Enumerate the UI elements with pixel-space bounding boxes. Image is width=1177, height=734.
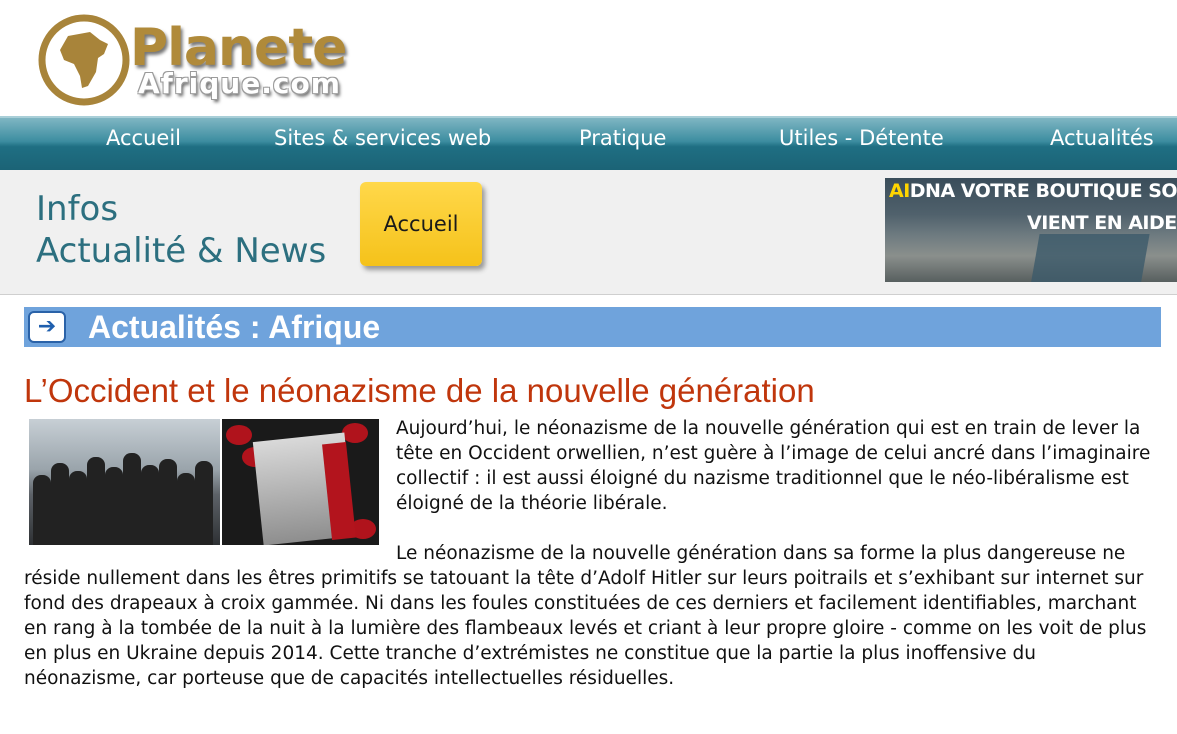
article-title[interactable]: L’Occident et le néonazisme de la nouvel… — [24, 372, 815, 410]
infos-heading: Infos Actualité & News — [36, 188, 326, 272]
nav-item-pratique[interactable]: Pratique — [579, 126, 666, 150]
ad-image-rock — [1030, 234, 1150, 282]
nav-item-actualites[interactable]: Actualités — [1050, 126, 1154, 150]
section-title: Actualités : Afrique — [88, 309, 381, 345]
logo-subtitle: Afrique.com — [138, 67, 341, 100]
article-image-crowd — [29, 419, 220, 545]
ad-banner[interactable]: AIDNA VOTRE BOUTIQUE SO VIENT EN AIDE — [885, 178, 1177, 282]
nav-item-sites-services[interactable]: Sites & services web — [274, 126, 491, 150]
site-header: Planete Afrique.com — [0, 0, 1177, 116]
africa-globe-icon — [38, 14, 130, 106]
nav-item-utiles-detente[interactable]: Utiles - Détente — [779, 126, 944, 150]
article-paragraph-1: Aujourd’hui, le néonazisme de la nouvell… — [396, 418, 1151, 514]
main-nav: Accueil Sites & services web Pratique Ut… — [0, 116, 1177, 170]
article-image-poster — [222, 419, 379, 545]
nav-item-accueil[interactable]: Accueil — [106, 126, 181, 150]
section-header-bar: ➔ Actualités : Afrique — [24, 307, 1161, 347]
ad-text-line1: AIDNA VOTRE BOUTIQUE SO — [889, 180, 1177, 202]
infos-heading-line1: Infos — [36, 189, 119, 229]
article-paragraph-2: Le néonazisme de la nouvelle génération … — [24, 543, 1147, 689]
infos-banner: Infos Actualité & News Accueil AIDNA VOT… — [0, 170, 1177, 295]
infos-heading-line2: Actualité & News — [36, 231, 327, 271]
article-image — [29, 419, 379, 545]
site-logo[interactable]: Planete Afrique.com — [38, 12, 358, 112]
ad-text-line2: VIENT EN AIDE — [1027, 212, 1177, 234]
accueil-button[interactable]: Accueil — [360, 182, 482, 266]
arrow-right-icon: ➔ — [28, 311, 66, 343]
accueil-button-label: Accueil — [383, 212, 459, 236]
